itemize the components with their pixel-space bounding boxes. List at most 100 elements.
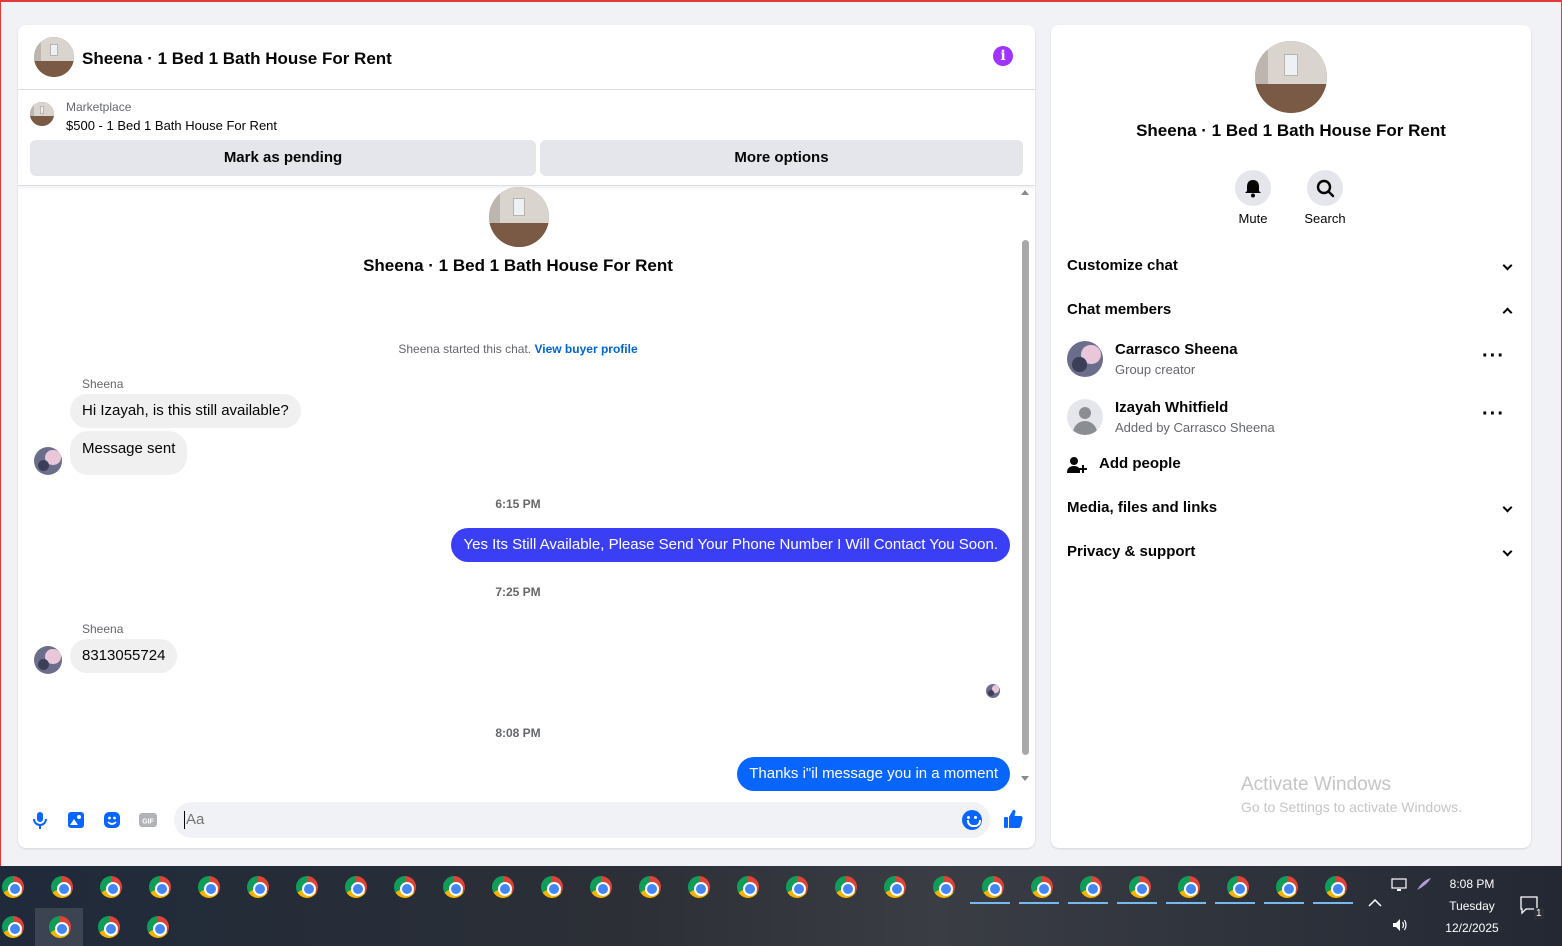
chrome-taskbar-icon[interactable] xyxy=(933,876,955,898)
chrome-taskbar-icon[interactable] xyxy=(149,876,171,898)
chrome-taskbar-icon[interactable] xyxy=(688,876,710,898)
chrome-taskbar-icon[interactable] xyxy=(147,916,169,938)
info-icon[interactable]: i xyxy=(993,46,1013,66)
conversation-title: Sheena · 1 Bed 1 Bath House For Rent xyxy=(363,256,673,275)
window-frame-top xyxy=(0,0,1562,2)
mute-button[interactable] xyxy=(1235,170,1271,206)
message-timestamp: 7:25 PM xyxy=(495,585,541,599)
incoming-message[interactable]: Hi Izayah, is this still available? xyxy=(70,394,301,428)
chat-members-section[interactable]: Chat members xyxy=(1067,292,1515,328)
more-options-icon[interactable]: ··· xyxy=(1482,345,1505,368)
scroll-thumb[interactable] xyxy=(1022,240,1029,755)
clock-date[interactable]: 12/2/2025 xyxy=(1437,921,1507,935)
chrome-taskbar-icon[interactable] xyxy=(100,876,122,898)
member-avatar xyxy=(1067,341,1103,377)
add-person-icon xyxy=(1067,457,1087,473)
chrome-taskbar-icon[interactable] xyxy=(2,876,24,898)
taskbar-running-indicator xyxy=(1019,902,1059,904)
add-people-button[interactable]: Add people xyxy=(1067,446,1515,482)
message-input-box[interactable] xyxy=(174,802,990,838)
taskbar-running-indicator xyxy=(1264,902,1304,904)
chrome-taskbar-icon[interactable] xyxy=(1178,876,1200,898)
marketplace-label: Marketplace xyxy=(66,100,132,114)
pen-icon[interactable] xyxy=(1415,876,1433,892)
mark-pending-button[interactable]: Mark as pending xyxy=(30,140,536,176)
info-title: Sheena · 1 Bed 1 Bath House For Rent xyxy=(1136,121,1446,140)
chrome-taskbar-icon[interactable] xyxy=(884,876,906,898)
chat-started-text: Sheena started this chat. xyxy=(398,342,532,356)
more-options-button[interactable]: More options xyxy=(540,140,1023,176)
chrome-taskbar-icon[interactable] xyxy=(2,916,24,938)
microphone-icon[interactable] xyxy=(30,810,50,830)
chevron-down-icon xyxy=(1502,546,1513,557)
chrome-taskbar-icon[interactable] xyxy=(1031,876,1053,898)
search-button[interactable] xyxy=(1307,170,1343,206)
chat-title[interactable]: Sheena · 1 Bed 1 Bath House For Rent xyxy=(82,49,392,69)
sender-avatar[interactable] xyxy=(34,646,62,674)
listing-thumbnail[interactable] xyxy=(30,102,54,126)
sticker-icon[interactable] xyxy=(102,810,122,830)
chrome-taskbar-icon[interactable] xyxy=(1276,876,1298,898)
chrome-taskbar-icon[interactable] xyxy=(1129,876,1151,898)
chrome-taskbar-icon[interactable] xyxy=(394,876,416,898)
chrome-taskbar-icon[interactable] xyxy=(737,876,759,898)
chrome-taskbar-icon[interactable] xyxy=(198,876,220,898)
marketplace-bar: Marketplace $500 - 1 Bed 1 Bath House Fo… xyxy=(18,90,1035,186)
view-buyer-profile-link[interactable]: View buyer profile xyxy=(534,342,637,356)
chrome-taskbar-icon[interactable] xyxy=(786,876,808,898)
chevron-down-icon xyxy=(1502,260,1513,271)
member-name: Carrasco Sheena xyxy=(1115,341,1238,358)
activate-windows-title: Activate Windows xyxy=(1241,774,1391,795)
windows-taskbar: 8:08 PM Tuesday 12/2/2025 1 xyxy=(0,866,1562,946)
taskbar-running-indicator xyxy=(1313,902,1353,904)
privacy-support-label: Privacy & support xyxy=(1067,543,1196,560)
chrome-taskbar-icon[interactable] xyxy=(639,876,661,898)
listing-title[interactable]: $500 - 1 Bed 1 Bath House For Rent xyxy=(66,118,277,133)
chrome-taskbar-icon[interactable] xyxy=(982,876,1004,898)
clock-day[interactable]: Tuesday xyxy=(1437,899,1507,913)
gif-icon[interactable]: GIF xyxy=(138,810,158,830)
chrome-taskbar-icon[interactable] xyxy=(98,916,120,938)
incoming-message[interactable]: 8313055724 xyxy=(70,639,178,673)
chrome-taskbar-icon[interactable] xyxy=(345,876,367,898)
emoji-icon[interactable] xyxy=(962,810,982,830)
media-files-section[interactable]: Media, files and links xyxy=(1067,490,1515,526)
customize-chat-section[interactable]: Customize chat xyxy=(1067,248,1515,284)
chrome-taskbar-icon[interactable] xyxy=(541,876,563,898)
chat-avatar[interactable] xyxy=(34,37,74,77)
outgoing-message[interactable]: Yes Its Still Available, Please Send You… xyxy=(451,528,1010,562)
show-hidden-icons-icon[interactable] xyxy=(1368,898,1382,908)
scroll-up-arrow[interactable] xyxy=(1021,190,1029,195)
clock-time[interactable]: 8:08 PM xyxy=(1437,877,1507,891)
chrome-taskbar-icon[interactable] xyxy=(1080,876,1102,898)
window-frame-left xyxy=(0,0,1,866)
chrome-taskbar-icon[interactable] xyxy=(835,876,857,898)
chrome-taskbar-icon[interactable] xyxy=(1325,876,1347,898)
chrome-taskbar-icon[interactable] xyxy=(590,876,612,898)
photo-icon[interactable] xyxy=(66,810,86,830)
message-input[interactable] xyxy=(186,811,946,828)
more-options-icon[interactable]: ··· xyxy=(1482,403,1505,426)
member-role: Added by Carrasco Sheena xyxy=(1115,420,1275,435)
chrome-taskbar-icon[interactable] xyxy=(49,916,71,938)
privacy-support-section[interactable]: Privacy & support xyxy=(1067,534,1515,570)
chrome-taskbar-icon[interactable] xyxy=(492,876,514,898)
member-name: Izayah Whitfield xyxy=(1115,399,1229,416)
scroll-down-arrow[interactable] xyxy=(1021,776,1029,781)
message-timestamp: 8:08 PM xyxy=(495,726,541,740)
network-icon[interactable] xyxy=(1391,878,1409,892)
sender-avatar[interactable] xyxy=(34,447,62,475)
thumbs-up-icon[interactable] xyxy=(1002,808,1024,830)
chrome-taskbar-icon[interactable] xyxy=(443,876,465,898)
chevron-down-icon xyxy=(1502,502,1513,513)
media-files-label: Media, files and links xyxy=(1067,499,1218,516)
chrome-taskbar-icon[interactable] xyxy=(296,876,318,898)
volume-icon[interactable] xyxy=(1391,917,1409,933)
chrome-taskbar-icon[interactable] xyxy=(247,876,269,898)
incoming-message[interactable]: Message sent xyxy=(70,431,188,475)
message-scrollbar[interactable] xyxy=(1019,188,1031,788)
outgoing-message[interactable]: Thanks i"il message you in a moment xyxy=(737,757,1010,791)
info-avatar xyxy=(1255,41,1327,113)
chrome-taskbar-icon[interactable] xyxy=(51,876,73,898)
chrome-taskbar-icon[interactable] xyxy=(1227,876,1249,898)
